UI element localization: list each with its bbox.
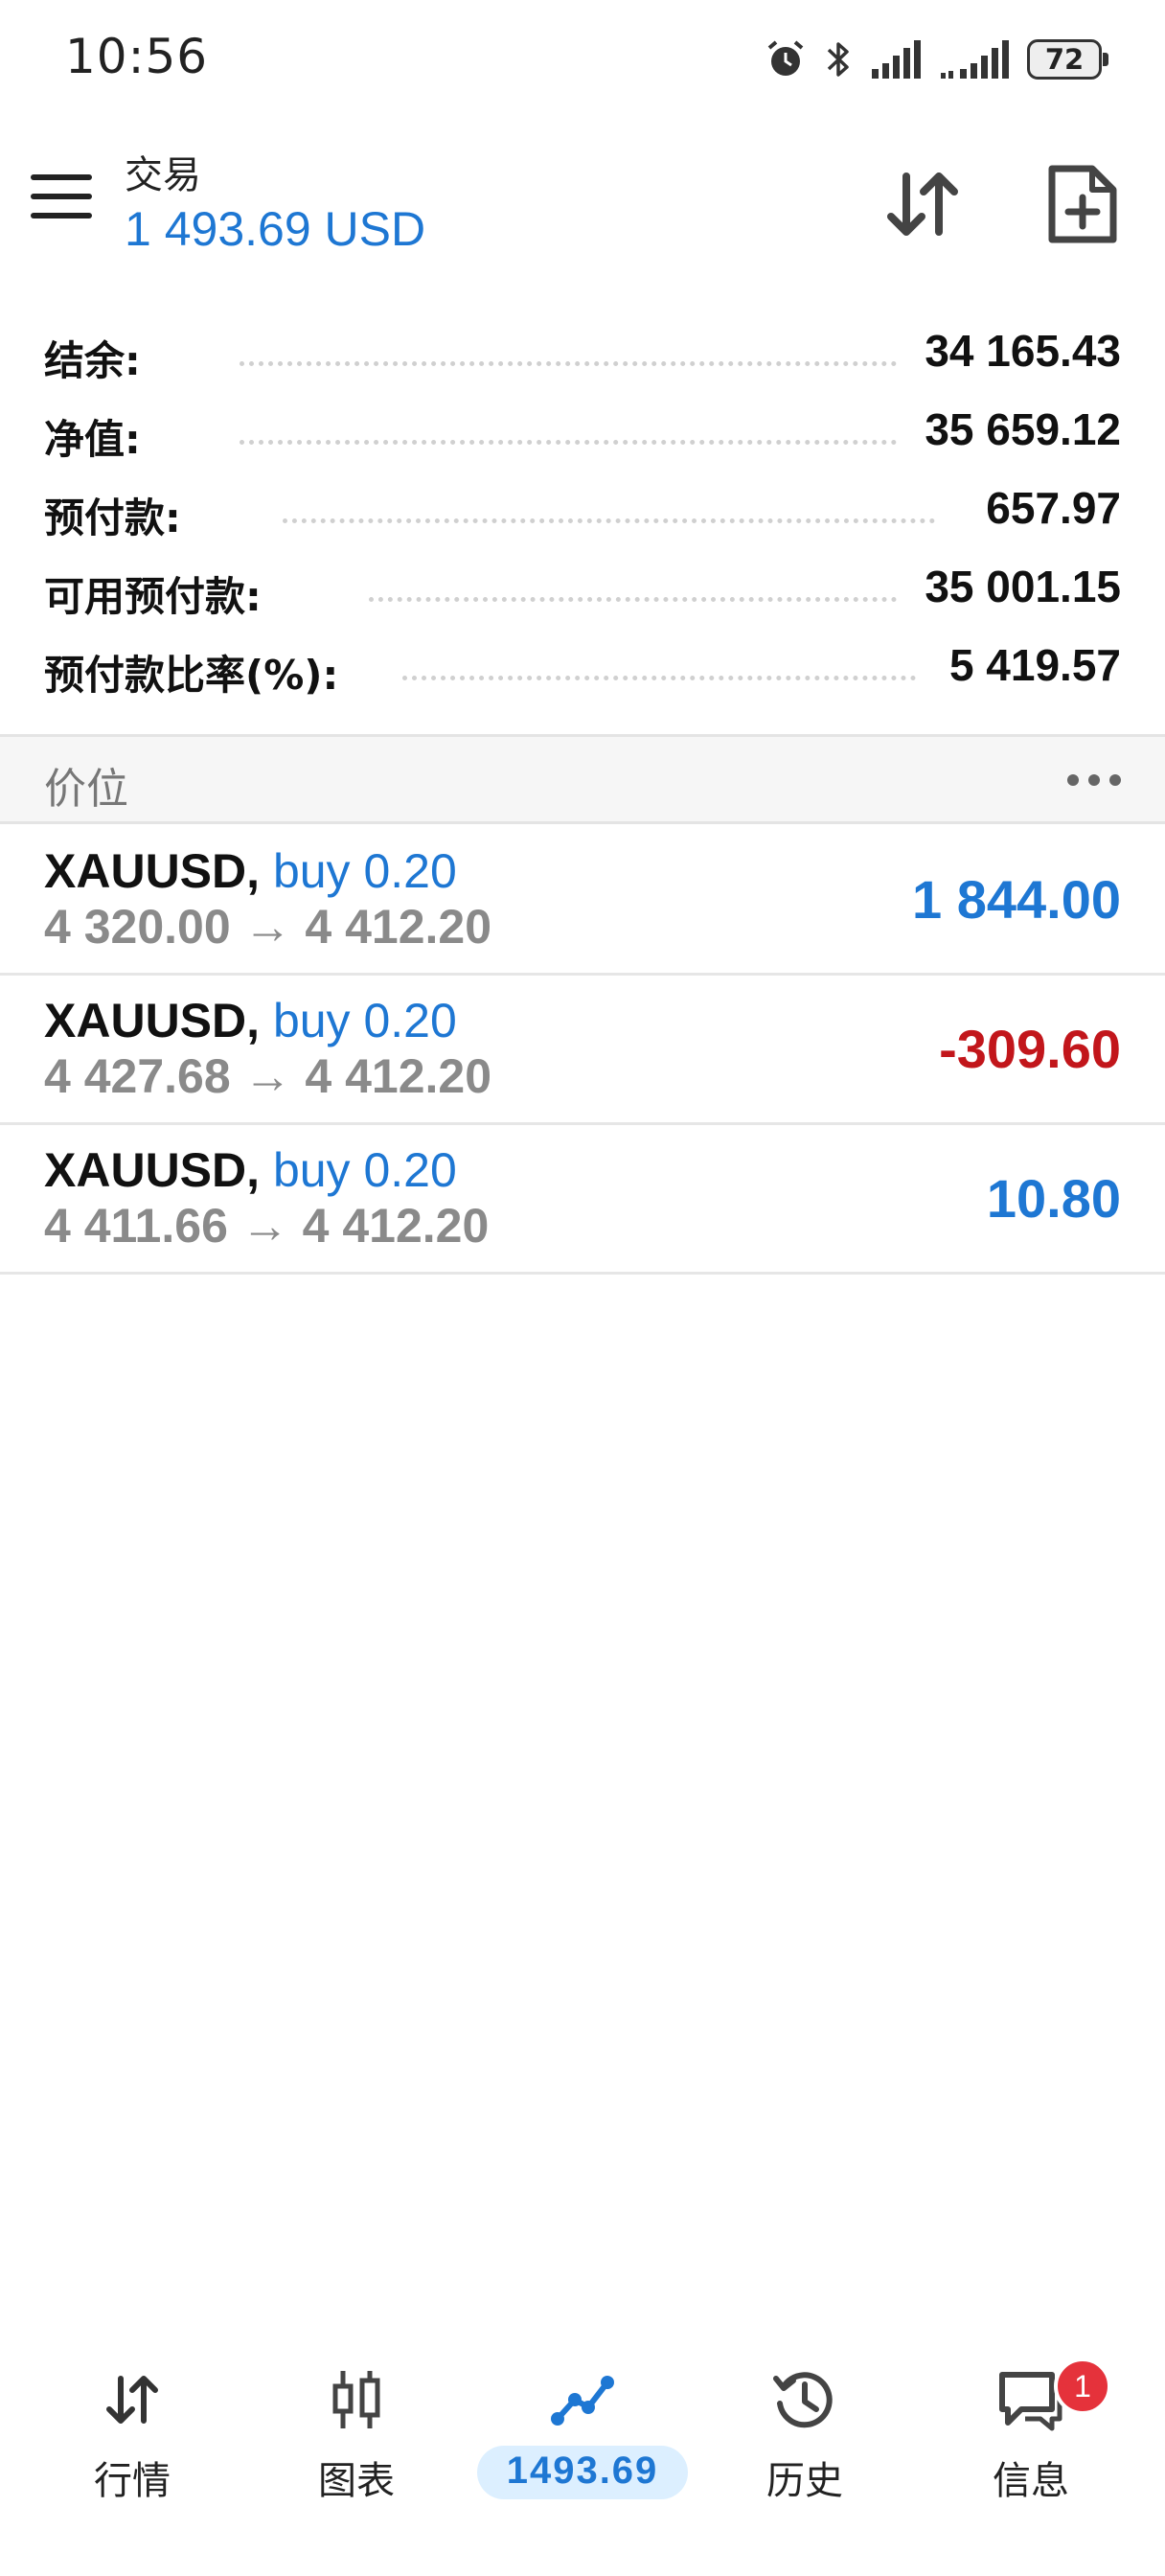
signal-icon	[941, 40, 1009, 79]
history-icon	[773, 2372, 833, 2428]
summary-label: 可用预付款:	[44, 564, 271, 623]
status-time: 10:56	[65, 29, 209, 84]
position-prices: 4 320.00 → 4 412.20	[44, 900, 492, 954]
summary-row-balance: 结余: 34 165.43	[0, 321, 1165, 400]
account-balance: 1 493.69 USD	[125, 202, 426, 256]
signal-icon	[872, 40, 921, 79]
new-order-icon[interactable]	[1044, 161, 1121, 247]
quotes-icon	[106, 2376, 158, 2424]
nav-label: 图表	[318, 2459, 395, 2503]
summary-value: 5 419.57	[939, 639, 1121, 691]
bottom-nav: 行情 图表 1493.69 历史 1 信息	[0, 2338, 1165, 2530]
dot-leader	[369, 597, 897, 602]
section-title: 价位	[44, 765, 128, 814]
sort-icon[interactable]	[881, 163, 964, 245]
position-row[interactable]: XAUUSD, buy 0.20 4 320.00 → 4 412.20 1 8…	[0, 826, 1165, 976]
position-type: buy 0.20	[272, 1143, 457, 1197]
nav-label: 历史	[766, 2459, 843, 2503]
summary-row-margin-level: 预付款比率(%): 5 419.57	[0, 635, 1165, 714]
position-symbol: XAUUSD,	[44, 1143, 261, 1197]
summary-label: 净值:	[44, 407, 150, 466]
nav-item-messages[interactable]: 1 信息	[935, 2338, 1127, 2530]
page-title: 交易	[125, 153, 201, 197]
nav-label: 1493.69	[506, 2450, 659, 2492]
positions-list: XAUUSD, buy 0.20 4 320.00 → 4 412.20 1 8…	[0, 826, 1165, 1275]
alarm-icon	[767, 40, 804, 76]
summary-row-equity: 净值: 35 659.12	[0, 400, 1165, 478]
battery-icon: 72	[1027, 39, 1108, 80]
nav-item-trade[interactable]: 1493.69	[477, 2338, 688, 2530]
position-row[interactable]: XAUUSD, buy 0.20 4 411.66 → 4 412.20 10.…	[0, 1125, 1165, 1275]
position-profit: -309.60	[939, 1019, 1121, 1079]
summary-label: 结余:	[44, 329, 150, 387]
summary-value: 35 659.12	[915, 403, 1121, 455]
nav-label: 信息	[993, 2459, 1069, 2503]
position-prices: 4 427.68 → 4 412.20	[44, 1049, 492, 1103]
position-symbol: XAUUSD,	[44, 844, 261, 898]
summary-label: 预付款比率(%):	[44, 643, 349, 702]
position-row[interactable]: XAUUSD, buy 0.20 4 427.68 → 4 412.20 -30…	[0, 976, 1165, 1125]
position-profit: 1 844.00	[912, 869, 1121, 930]
notification-badge: 1	[1054, 2358, 1111, 2415]
summary-value: 657.97	[976, 482, 1121, 534]
chart-icon	[332, 2371, 380, 2428]
nav-label: 行情	[94, 2459, 171, 2503]
dot-leader	[240, 361, 897, 366]
position-profit: 10.80	[986, 1168, 1121, 1229]
nav-item-quotes[interactable]: 行情	[36, 2338, 228, 2530]
account-summary: 结余: 34 165.43 净值: 35 659.12 预付款: 657.97 …	[0, 321, 1165, 714]
summary-label: 预付款:	[44, 486, 191, 544]
position-type: buy 0.20	[272, 844, 457, 898]
summary-row-free-margin: 可用预付款: 35 001.15	[0, 557, 1165, 635]
position-symbol: XAUUSD,	[44, 994, 261, 1047]
dot-leader	[402, 676, 916, 680]
summary-row-margin: 预付款: 657.97	[0, 478, 1165, 557]
status-icons: 72	[765, 34, 1108, 84]
position-prices: 4 411.66 → 4 412.20	[44, 1199, 490, 1253]
dot-leader	[283, 518, 935, 523]
dot-leader	[240, 440, 897, 445]
menu-icon[interactable]	[31, 174, 92, 224]
status-bar: 10:56 72	[0, 0, 1165, 115]
position-type: buy 0.20	[272, 994, 457, 1047]
summary-value: 34 165.43	[915, 325, 1121, 377]
positions-section-header: 价位	[0, 734, 1165, 824]
trade-icon	[551, 2376, 614, 2426]
nav-item-history[interactable]: 历史	[709, 2338, 901, 2530]
more-icon[interactable]	[1067, 766, 1121, 794]
bluetooth-icon	[827, 42, 849, 77]
app-header: 交易 1 493.69 USD	[0, 134, 1165, 278]
nav-item-charts[interactable]: 图表	[261, 2338, 452, 2530]
summary-value: 35 001.15	[915, 561, 1121, 612]
